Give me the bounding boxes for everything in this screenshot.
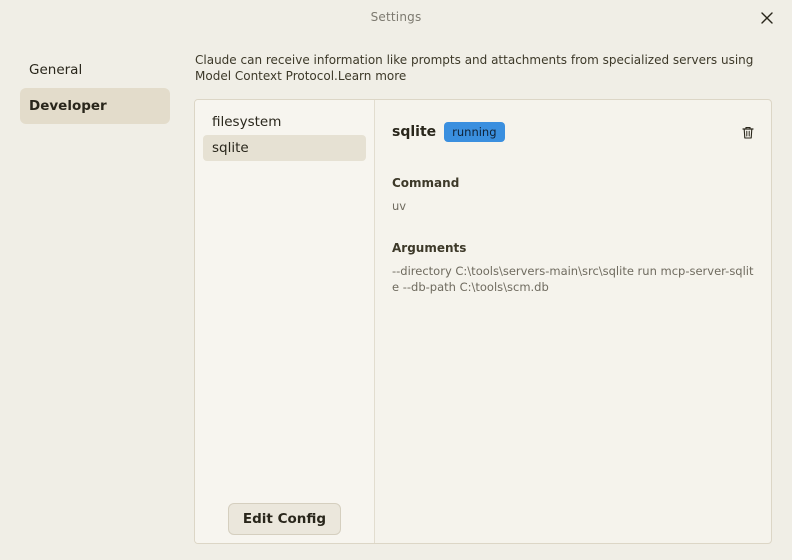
title-bar: Settings bbox=[0, 0, 792, 36]
server-item-filesystem[interactable]: filesystem bbox=[203, 109, 366, 135]
settings-window: Settings General Developer Claude can re… bbox=[0, 0, 792, 560]
server-detail-header: sqlite running bbox=[392, 121, 755, 143]
intro-text: Claude can receive information like prom… bbox=[195, 52, 765, 84]
nav-item-developer[interactable]: Developer bbox=[20, 88, 170, 124]
nav-item-label: Developer bbox=[29, 98, 107, 114]
server-item-sqlite[interactable]: sqlite bbox=[203, 135, 366, 161]
close-button[interactable] bbox=[758, 9, 776, 27]
server-item-label: filesystem bbox=[212, 114, 282, 130]
mcp-servers-panel: filesystem sqlite Edit Config sqlite run… bbox=[194, 99, 772, 544]
window-title: Settings bbox=[370, 10, 422, 24]
arguments-label: Arguments bbox=[392, 241, 467, 255]
edit-config-button[interactable]: Edit Config bbox=[228, 503, 341, 535]
command-value: uv bbox=[392, 199, 407, 213]
command-label: Command bbox=[392, 176, 460, 190]
server-list: filesystem sqlite Edit Config bbox=[195, 100, 375, 543]
nav-item-general[interactable]: General bbox=[20, 52, 170, 88]
arguments-value: --directory C:\tools\servers-main\src\sq… bbox=[392, 264, 754, 294]
intro-description: Claude can receive information like prom… bbox=[195, 53, 754, 83]
nav-item-label: General bbox=[29, 62, 83, 78]
server-detail: sqlite running Command uv Arguments --di… bbox=[376, 100, 771, 543]
server-item-label: sqlite bbox=[212, 140, 249, 156]
status-badge: running bbox=[444, 122, 505, 142]
delete-server-button[interactable] bbox=[741, 125, 755, 139]
settings-nav: General Developer bbox=[20, 52, 170, 124]
trash-icon bbox=[742, 126, 754, 139]
learn-more-link[interactable]: Learn more bbox=[338, 69, 406, 83]
close-icon bbox=[761, 12, 773, 24]
server-name: sqlite bbox=[392, 124, 437, 140]
